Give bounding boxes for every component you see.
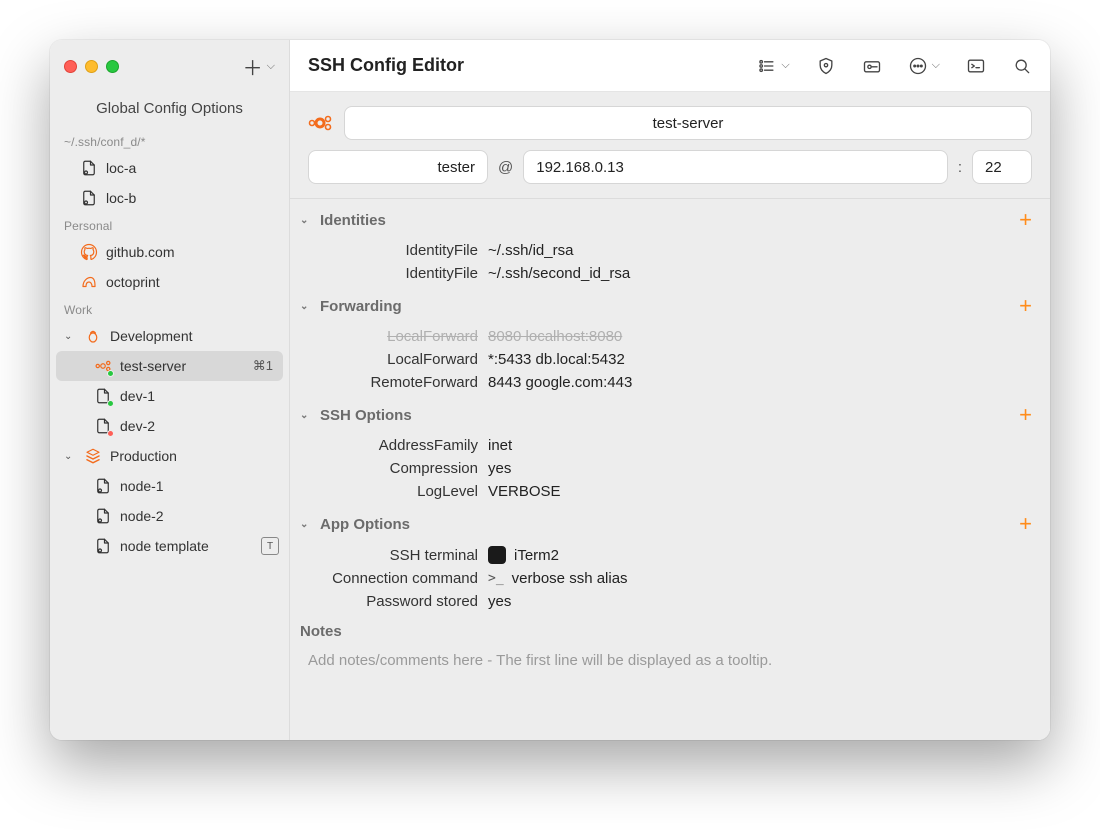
app-title: SSH Config Editor [308,55,464,76]
sidebar-title[interactable]: Global Config Options [50,92,289,129]
sidebar-item-node-template[interactable]: node template T [50,531,289,561]
colon-separator: : [958,159,962,176]
port-input[interactable]: 22 [972,150,1032,184]
ssh-option-row[interactable]: LogLevel VERBOSE [290,480,1050,503]
section-forwarding[interactable]: ⌄ Forwarding + [290,285,1050,325]
sidebar-item-test-server[interactable]: test-server ⌘1 [56,351,283,381]
sidebar-group-label: ~/.ssh/conf_d/* [50,129,289,153]
file-link-icon [80,159,98,177]
sidebar-group-label: Personal [50,213,289,237]
search-button[interactable] [1012,56,1032,76]
chevron-down-icon: ⌄ [64,451,76,462]
traffic-lights [64,60,119,73]
file-link-icon [94,477,112,495]
bug-icon [84,327,102,345]
sidebar-item-loc-a[interactable]: loc-a [50,153,289,183]
sidebar: ＋ ⌵ Global Config Options ~/.ssh/conf_d/… [50,40,290,740]
forwarding-row[interactable]: RemoteForward 8443 google.com:443 [290,371,1050,394]
sidebar-item-loc-b[interactable]: loc-b [50,183,289,213]
ubuntu-icon [94,357,112,375]
main-panel: SSH Config Editor ⌵ ⌵ [290,40,1050,740]
toolbar: SSH Config Editor ⌵ ⌵ [290,40,1050,92]
chevron-down-icon: ⌄ [300,215,314,226]
sidebar-folder-development[interactable]: ⌄ Development [50,321,289,351]
file-link-icon [80,189,98,207]
file-icon [94,387,112,405]
key-button[interactable] [862,56,882,76]
template-badge: T [261,537,279,555]
chevron-down-icon: ⌵ [267,60,275,73]
add-forwarding-button[interactable]: + [1019,293,1032,319]
identity-row[interactable]: IdentityFile ~/.ssh/id_rsa [290,239,1050,262]
chevron-down-icon: ⌄ [300,410,314,421]
identity-row[interactable]: IdentityFile ~/.ssh/second_id_rsa [290,262,1050,285]
terminal-button[interactable] [966,56,986,76]
notes-input[interactable]: Add notes/comments here - The first line… [290,646,1050,683]
app-window: ＋ ⌵ Global Config Options ~/.ssh/conf_d/… [50,40,1050,740]
sidebar-item-github[interactable]: github.com [50,237,289,267]
file-link-icon [94,537,112,555]
chevron-down-icon: ⌵ [932,59,940,72]
forwarding-row[interactable]: LocalForward *:5433 db.local:5432 [290,348,1050,371]
address-input[interactable]: 192.168.0.13 [523,150,948,184]
sidebar-folder-production[interactable]: ⌄ Production [50,441,289,471]
ubuntu-icon [308,111,332,135]
ssh-option-row[interactable]: Compression yes [290,457,1050,480]
section-notes: Notes [290,613,1050,646]
prompt-icon: >_ [488,571,504,586]
close-window-button[interactable] [64,60,77,73]
sidebar-item-node-1[interactable]: node-1 [50,471,289,501]
add-app-option-button[interactable]: + [1019,511,1032,537]
add-identity-button[interactable]: + [1019,207,1032,233]
shield-button[interactable] [816,56,836,76]
chevron-down-icon: ⌄ [300,519,314,530]
sidebar-item-node-2[interactable]: node-2 [50,501,289,531]
content-area: ⌄ Identities + IdentityFile ~/.ssh/id_rs… [290,199,1050,740]
host-header: test-server tester @ 192.168.0.13 : 22 [290,92,1050,199]
sidebar-group-label: Work [50,297,289,321]
shortcut-label: ⌘1 [253,358,273,374]
host-name-input[interactable]: test-server [344,106,1032,140]
github-icon [80,243,98,261]
add-ssh-option-button[interactable]: + [1019,402,1032,428]
app-option-row[interactable]: Password stored yes [290,590,1050,613]
sidebar-item-dev-1[interactable]: dev-1 [50,381,289,411]
file-link-icon [94,507,112,525]
chevron-down-icon: ⌄ [64,331,76,342]
ssh-option-row[interactable]: AddressFamily inet [290,434,1050,457]
add-host-button[interactable]: ＋ ⌵ [243,52,275,81]
more-button[interactable]: ⌵ [908,56,940,76]
octoprint-icon [80,273,98,291]
section-identities[interactable]: ⌄ Identities + [290,199,1050,239]
app-option-row[interactable]: Connection command >_verbose ssh alias [290,567,1050,590]
stack-icon [84,447,102,465]
sidebar-item-dev-2[interactable]: dev-2 [50,411,289,441]
plus-icon: ＋ [243,52,263,81]
chevron-down-icon: ⌄ [300,301,314,312]
at-separator: @ [498,159,513,176]
app-option-row[interactable]: SSH terminal iTerm2 [290,543,1050,567]
user-input[interactable]: tester [308,150,488,184]
forwarding-row[interactable]: LocalForward 8080 localhost:8080 [290,325,1050,348]
window-controls-row: ＋ ⌵ [50,40,289,92]
file-icon [94,417,112,435]
chevron-down-icon: ⌵ [781,59,789,72]
zoom-window-button[interactable] [106,60,119,73]
sidebar-item-octoprint[interactable]: octoprint [50,267,289,297]
iterm-icon [488,546,506,564]
list-options-button[interactable]: ⌵ [757,56,789,76]
section-ssh-options[interactable]: ⌄ SSH Options + [290,394,1050,434]
minimize-window-button[interactable] [85,60,98,73]
section-app-options[interactable]: ⌄ App Options + [290,503,1050,543]
